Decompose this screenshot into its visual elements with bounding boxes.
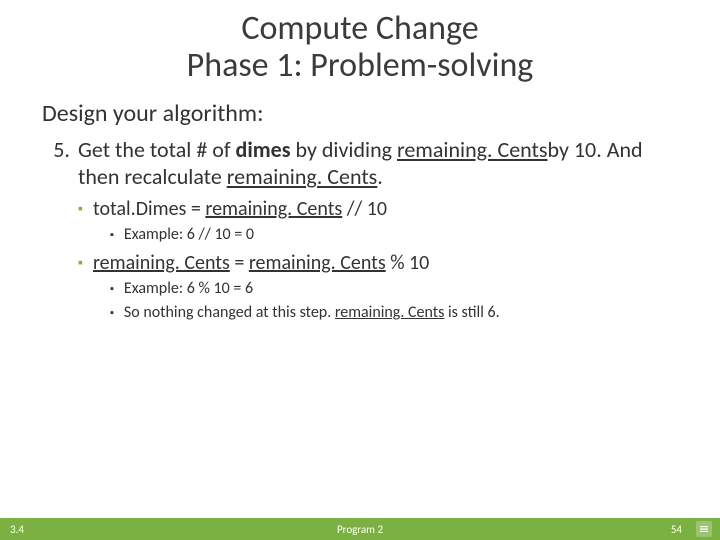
bullet-remaining-cents: remaining. Cents = remaining. Cents % 10 bbox=[78, 251, 720, 275]
step-text-4: . bbox=[377, 163, 383, 190]
b1a-example: Example: 6 // 10 = 0 bbox=[124, 225, 254, 244]
b1a-mid: .Dimes = bbox=[131, 197, 206, 221]
footer-page: 54 bbox=[671, 523, 682, 536]
menu-icon[interactable] bbox=[696, 521, 712, 537]
step-text-2: by dividing bbox=[291, 136, 397, 163]
step-5: 5. Get the total # of dimes by dividing … bbox=[42, 136, 678, 191]
b1a-pre: total bbox=[93, 197, 131, 221]
step-bold-dimes: dimes bbox=[236, 136, 291, 163]
step-text-1: Get the total # of bbox=[78, 136, 236, 163]
step-underline-1: remaining. Cents bbox=[397, 136, 548, 163]
b1b-mid: = bbox=[230, 251, 249, 275]
footer-program: Program 2 bbox=[337, 523, 383, 536]
step-number: 5. bbox=[42, 136, 70, 191]
step-body: Get the total # of dimes by dividing rem… bbox=[78, 136, 678, 191]
b1b-underline-1: remaining. Cents bbox=[93, 251, 230, 275]
bullet-example-mod: Example: 6 % 10 = 6 bbox=[110, 279, 720, 299]
b1b-ex2-pre: So nothing changed at this step. bbox=[124, 303, 335, 322]
footer-section: 3.4 bbox=[10, 523, 24, 536]
title-block: Compute Change Phase 1: Problem-solving bbox=[0, 0, 720, 85]
bullet-example-nochange: So nothing changed at this step. remaini… bbox=[110, 303, 720, 323]
b1b-post: % 10 bbox=[386, 251, 430, 275]
b1b-ex2-post: is still 6. bbox=[444, 303, 499, 322]
subheading: Design your algorithm: bbox=[42, 99, 720, 128]
bullet-example-div: Example: 6 // 10 = 0 bbox=[110, 225, 720, 245]
b1a-underline: remaining. Cents bbox=[205, 197, 342, 221]
step-underline-2: remaining. Cents bbox=[227, 163, 378, 190]
title-line-2: Phase 1: Problem-solving bbox=[0, 47, 720, 84]
slide: Compute Change Phase 1: Problem-solving … bbox=[0, 0, 720, 540]
title-line-1: Compute Change bbox=[0, 10, 720, 47]
b1a-post: // 10 bbox=[342, 197, 387, 221]
b1b-ex2-underline: remaining. Cents bbox=[335, 303, 444, 322]
footer-bar: 3.4 Program 2 54 bbox=[0, 518, 720, 540]
b1b-underline-2: remaining. Cents bbox=[249, 251, 386, 275]
bullet-total-dimes: total.Dimes = remaining. Cents // 10 bbox=[78, 197, 720, 221]
b1b-example-1: Example: 6 % 10 = 6 bbox=[124, 279, 253, 298]
